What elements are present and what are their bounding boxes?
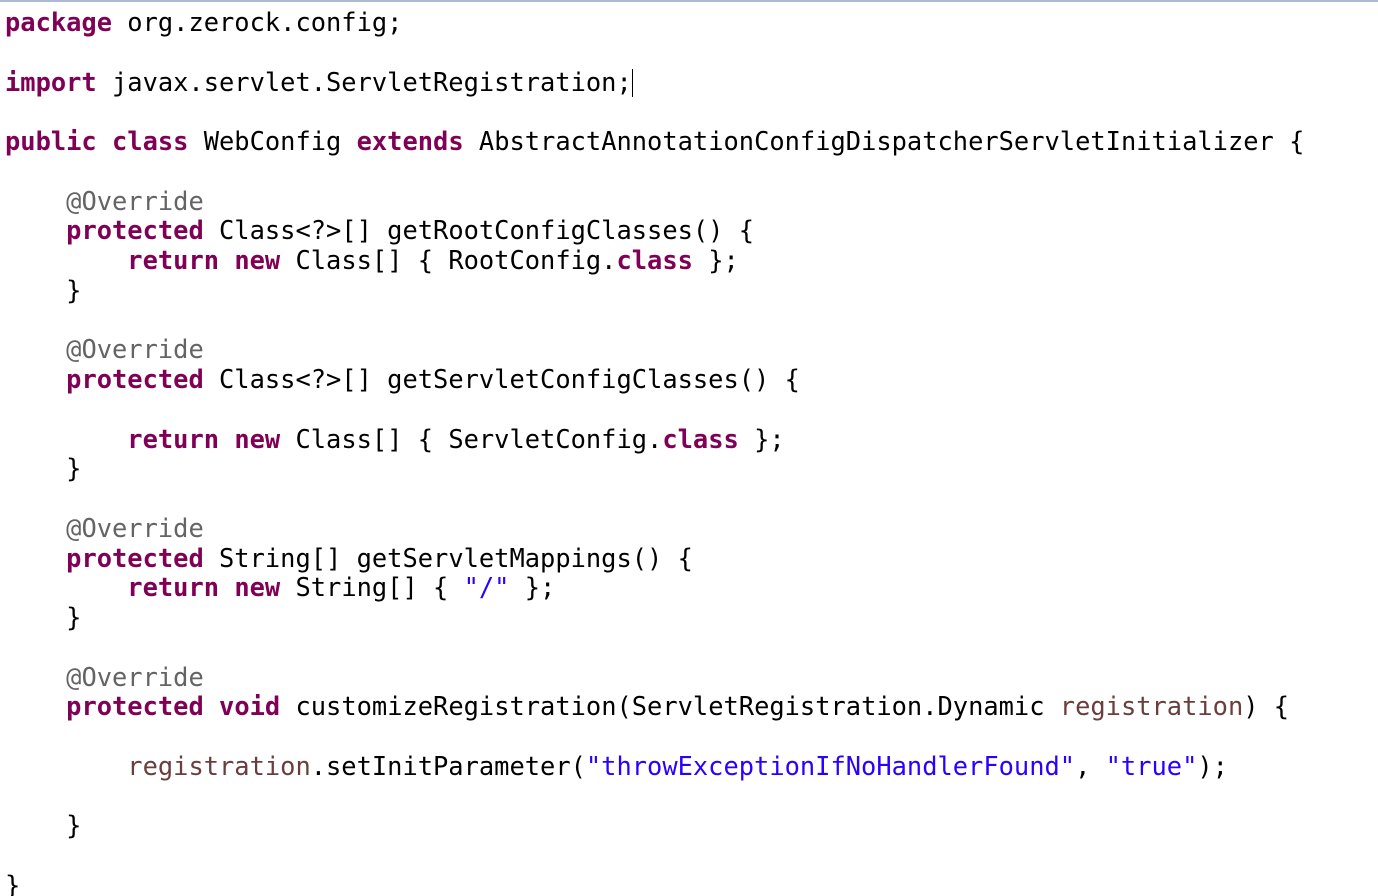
code-token: Class<?>[] getServletConfigClasses() { — [203, 364, 800, 394]
keyword-token: return — [127, 245, 220, 275]
code-token: WebConfig — [188, 126, 357, 156]
keyword-token: import — [5, 66, 97, 97]
code-token: org.zerock.config; — [112, 7, 403, 37]
annotation-token: @Override — [66, 512, 204, 543]
code-line[interactable]: @Override — [5, 334, 204, 364]
code-line[interactable]: } — [5, 275, 81, 305]
code-line[interactable]: public class WebConfig extends AbstractA… — [5, 126, 1304, 156]
variable-token: registration — [1059, 691, 1244, 722]
code-line[interactable]: package org.zerock.config; — [5, 7, 402, 37]
code-line[interactable]: @Override — [5, 186, 204, 216]
code-token: String[] getServletMappings() { — [203, 542, 693, 573]
code-line[interactable]: return new Class[] { RootConfig.class }; — [5, 245, 739, 275]
string-token: "/" — [463, 572, 510, 603]
keyword-token: new — [234, 245, 281, 275]
code-token: ) { — [1243, 691, 1290, 722]
keyword-token: protected — [66, 364, 204, 394]
code-line[interactable]: protected void customizeRegistration(Ser… — [5, 691, 1289, 721]
code-token: , — [1075, 750, 1106, 781]
code-token: }; — [509, 572, 556, 603]
code-line[interactable]: } — [5, 870, 20, 896]
code-token: .setInitParameter( — [310, 750, 586, 781]
code-token: }; — [738, 423, 785, 454]
code-line[interactable]: registration.setInitParameter("throwExce… — [5, 751, 1228, 781]
keyword-token: class — [616, 245, 693, 275]
code-line[interactable]: } — [5, 602, 81, 632]
code-token: } — [5, 453, 82, 484]
keyword-token: class — [112, 126, 189, 156]
code-line[interactable]: protected String[] getServletMappings() … — [5, 543, 693, 573]
keyword-token: void — [219, 691, 281, 722]
code-editor[interactable]: package org.zerock.config; import javax.s… — [0, 0, 1378, 896]
keyword-token: new — [234, 572, 281, 603]
code-line[interactable]: return new Class[] { ServletConfig.class… — [5, 423, 785, 454]
keyword-token: protected — [66, 215, 204, 246]
code-line[interactable]: protected Class<?>[] getServletConfigCla… — [5, 364, 800, 394]
keyword-token: class — [662, 423, 739, 454]
code-line[interactable]: @Override — [5, 513, 204, 543]
keyword-token: public — [5, 126, 97, 156]
code-line[interactable]: return new String[] { "/" }; — [5, 572, 555, 602]
text-cursor — [631, 68, 633, 97]
code-token: customizeRegistration(ServletRegistratio… — [280, 691, 1060, 722]
code-line[interactable]: } — [5, 810, 81, 840]
code-token: Class[] { ServletConfig. — [280, 423, 663, 454]
code-token: Class[] { RootConfig. — [280, 245, 617, 275]
string-token: "true" — [1105, 750, 1198, 781]
annotation-token: @Override — [66, 334, 204, 365]
variable-token: registration — [127, 750, 311, 781]
string-token: "throwExceptionIfNoHandlerFound" — [585, 750, 1076, 781]
code-token: Class<?>[] getRootConfigClasses() { — [203, 215, 755, 246]
code-token: AbstractAnnotationConfigDispatcherServle… — [463, 126, 1305, 156]
code-token: } — [5, 274, 82, 305]
code-line[interactable]: @Override — [5, 662, 204, 692]
keyword-token: extends — [356, 126, 464, 156]
keyword-token: return — [127, 423, 220, 454]
code-token: } — [5, 810, 82, 841]
keyword-token: protected — [66, 542, 204, 573]
code-token: }; — [692, 245, 739, 275]
code-token: } — [5, 602, 82, 632]
code-line[interactable]: } — [5, 453, 81, 483]
keyword-token: protected — [66, 691, 204, 722]
code-token: javax.servlet.ServletRegistration; — [96, 66, 632, 97]
code-token: } — [5, 869, 21, 896]
keyword-token: new — [234, 423, 281, 454]
code-line[interactable]: import javax.servlet.ServletRegistration… — [5, 67, 633, 97]
code-token: String[] { — [280, 572, 464, 603]
keyword-token: package — [5, 7, 113, 37]
keyword-token: return — [127, 572, 220, 603]
annotation-token: @Override — [66, 185, 204, 216]
annotation-token: @Override — [66, 661, 204, 692]
code-line[interactable]: protected Class<?>[] getRootConfigClasse… — [5, 215, 754, 245]
code-token: ); — [1197, 750, 1228, 781]
